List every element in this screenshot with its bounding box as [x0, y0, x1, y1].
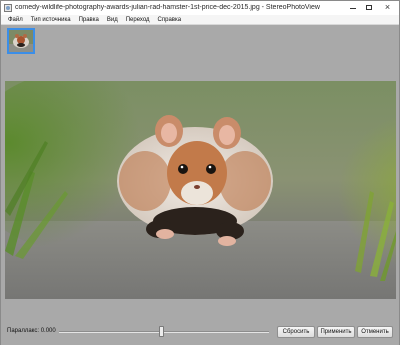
control-bar: Параллакс: 0.000 Сбросить Применить Отме… — [1, 318, 399, 345]
parallax-slider-thumb[interactable] — [159, 326, 164, 337]
thumbnail-selected[interactable] — [7, 28, 35, 54]
close-icon: × — [384, 1, 391, 12]
window-title: comedy-wildlife-photography-awards-julia… — [15, 4, 320, 11]
app-window: comedy-wildlife-photography-awards-julia… — [0, 0, 400, 345]
menu-help[interactable]: Справка — [154, 15, 186, 25]
app-icon — [4, 4, 12, 12]
menu-view[interactable]: Вид — [103, 15, 122, 25]
menu-navigate[interactable]: Переход — [122, 15, 154, 25]
hamster-thumbnail-icon — [9, 30, 33, 52]
parallax-label: Параллакс: 0.000 — [7, 328, 56, 334]
menu-file[interactable]: Файл — [4, 15, 27, 25]
menu-source-type[interactable]: Тип источника — [27, 15, 75, 25]
minimize-icon — [350, 8, 356, 9]
hamster-photo-icon — [5, 81, 396, 299]
apply-button[interactable]: Применить — [317, 326, 355, 338]
close-button[interactable]: × — [377, 1, 398, 13]
parallax-slider-track[interactable] — [59, 331, 269, 333]
cancel-button[interactable]: Отменить — [357, 326, 393, 338]
menu-bar: Файл Тип источника Правка Вид Переход Сп… — [1, 15, 399, 25]
image-viewer[interactable] — [5, 81, 396, 299]
title-bar: comedy-wildlife-photography-awards-julia… — [1, 1, 399, 15]
minimize-button[interactable] — [345, 1, 361, 13]
maximize-button[interactable] — [361, 1, 377, 13]
thumbnail-strip — [1, 25, 399, 81]
menu-edit[interactable]: Правка — [75, 15, 103, 25]
reset-button[interactable]: Сбросить — [277, 326, 315, 338]
maximize-icon — [366, 4, 372, 10]
